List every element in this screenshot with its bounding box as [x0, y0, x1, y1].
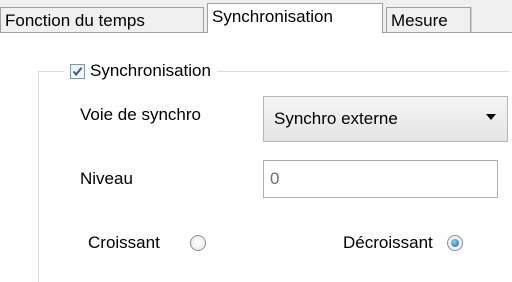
- decroissant-radio[interactable]: [447, 235, 463, 251]
- checkbox-label: Synchronisation: [90, 61, 211, 80]
- tab-fonction-du-temps[interactable]: Fonction du temps: [0, 7, 204, 32]
- tab-strip: Fonction du temps Synchronisation Mesure: [0, 0, 512, 33]
- chevron-down-icon: [486, 114, 496, 120]
- voie-de-synchro-dropdown[interactable]: Synchro externe: [263, 96, 508, 142]
- croissant-radio[interactable]: [190, 235, 206, 251]
- niveau-label: Niveau: [80, 169, 133, 188]
- niveau-value: 0: [270, 169, 280, 188]
- tab-synchronisation[interactable]: Synchronisation: [207, 3, 383, 33]
- tab-overflow-area: [471, 7, 512, 32]
- voie-de-synchro-label: Voie de synchro: [80, 105, 201, 124]
- decroissant-label: Décroissant: [343, 233, 433, 252]
- tab-label: Fonction du temps: [5, 11, 145, 30]
- croissant-label: Croissant: [88, 233, 160, 252]
- synchronisation-checkbox[interactable]: Synchronisation: [64, 58, 217, 84]
- radio-selected-dot: [451, 239, 459, 247]
- checkbox-box[interactable]: [70, 63, 85, 79]
- checkmark-icon: [72, 66, 83, 76]
- tab-label: Mesure: [391, 11, 448, 30]
- tab-label: Synchronisation: [212, 7, 333, 26]
- dropdown-value: Synchro externe: [274, 109, 398, 128]
- niveau-input[interactable]: 0: [263, 160, 498, 198]
- tab-mesure[interactable]: Mesure: [386, 7, 471, 32]
